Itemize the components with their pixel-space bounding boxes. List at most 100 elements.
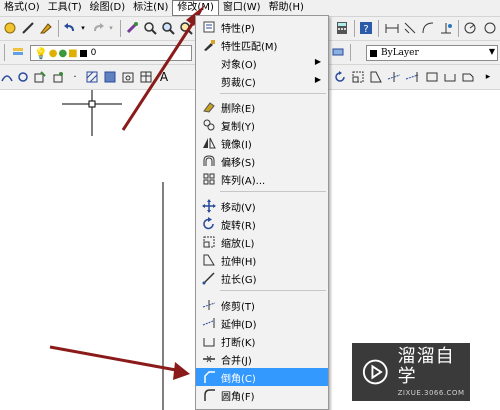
linear-dimension-icon[interactable]	[384, 20, 400, 36]
menu-item-label: 剪裁(C)	[221, 77, 256, 89]
pencil-icon[interactable]	[20, 20, 36, 36]
offset-icon	[200, 152, 218, 170]
rotate-toolbar-icon[interactable]	[332, 69, 348, 85]
region-icon[interactable]	[120, 69, 136, 85]
separator	[4, 44, 5, 61]
menu-item-label: 偏移(S)	[221, 157, 256, 169]
chamfer-icon	[200, 368, 218, 386]
layer-viewport-icon: ●	[58, 47, 68, 59]
extend-toolbar-icon[interactable]	[404, 69, 420, 85]
redo-icon[interactable]	[90, 20, 106, 36]
menu-item-label: 拉伸(H)	[221, 256, 257, 268]
separator	[350, 44, 351, 61]
menu-item-label: 阵列(A)...	[221, 175, 266, 187]
make-block-icon[interactable]	[50, 69, 66, 85]
menu-separator	[220, 191, 326, 192]
realtime-pan-icon[interactable]	[124, 20, 140, 36]
svg-text:?: ?	[363, 24, 368, 35]
break-toolbar-icon[interactable]	[424, 69, 440, 85]
menu-item-chamfer[interactable]: 倒角(C)	[196, 368, 328, 386]
redo-dropdown-icon[interactable]: ▾	[106, 20, 116, 36]
linetype-combo[interactable]: ByLayer ▼	[366, 45, 498, 61]
menu-item-scale[interactable]: 缩放(L)	[196, 233, 328, 251]
separator	[458, 20, 459, 37]
linetype-value: ByLayer	[381, 48, 419, 58]
scale-icon	[200, 233, 218, 251]
aligned-dimension-icon[interactable]	[402, 20, 418, 36]
menu-item-copy[interactable]: 复制(Y)	[196, 116, 328, 134]
menu-item-stretch[interactable]: 拉伸(H)	[196, 251, 328, 269]
match-properties-icon	[200, 36, 218, 54]
menu-dimension[interactable]: 标注(N)	[129, 0, 172, 16]
menu-item-break[interactable]: 打断(K)	[196, 332, 328, 350]
menu-item-join[interactable]: 合并(J)	[196, 350, 328, 368]
calculator-icon[interactable]	[334, 20, 350, 36]
menu-item-match-properties[interactable]: 特性匹配(M)	[196, 36, 328, 54]
arc-length-icon[interactable]	[420, 20, 436, 36]
brush-icon[interactable]	[38, 20, 54, 36]
separator	[58, 20, 59, 37]
menu-help[interactable]: 帮助(H)	[265, 0, 308, 16]
hatch-icon[interactable]	[84, 69, 100, 85]
ordinate-dimension-icon[interactable]	[438, 20, 454, 36]
menu-draw[interactable]: 绘图(D)	[86, 0, 130, 16]
menu-item-label: 移动(V)	[221, 202, 256, 214]
menu-item-object[interactable]: 对象(O) ▶	[196, 54, 328, 72]
revcloud-icon[interactable]	[16, 69, 30, 85]
chamfer-toolbar-icon[interactable]	[460, 69, 476, 85]
layer-manager-icon[interactable]	[10, 44, 26, 60]
menu-item-properties[interactable]: 特性(P)	[196, 18, 328, 36]
point-icon[interactable]: ·	[70, 69, 80, 85]
menu-item-trim[interactable]: 修剪(T)	[196, 296, 328, 314]
break-at-point-icon[interactable]	[442, 69, 458, 85]
menu-item-erase[interactable]: 删除(E)	[196, 98, 328, 116]
menu-item-offset[interactable]: 偏移(S)	[196, 152, 328, 170]
layer-name: 0	[90, 48, 97, 58]
stretch-toolbar-icon[interactable]	[368, 69, 384, 85]
toolbar-overflow-icon[interactable]: ▸	[480, 69, 496, 85]
menu-item-lengthen[interactable]: 拉长(G)	[196, 269, 328, 287]
menu-item-move[interactable]: 移动(V)	[196, 197, 328, 215]
help-icon[interactable]: ?	[358, 20, 374, 36]
zoom-previous-icon[interactable]	[178, 20, 194, 36]
trim-icon	[200, 296, 218, 314]
menu-modify[interactable]: 修改(M)	[172, 0, 219, 16]
mirror-icon	[200, 134, 218, 152]
menu-item-array[interactable]: 阵列(A)...	[196, 170, 328, 188]
menu-item-extend[interactable]: 延伸(D)	[196, 314, 328, 332]
radius-dimension-icon[interactable]	[462, 20, 478, 36]
layer-combo[interactable]: 💡 ● ● ■ 0	[30, 45, 192, 61]
undo-dropdown-icon[interactable]: ▾	[78, 20, 88, 36]
layer-color-swatch	[79, 49, 87, 57]
trim-toolbar-icon[interactable]	[386, 69, 402, 85]
menu-item-mirror[interactable]: 镜像(I)	[196, 134, 328, 152]
insert-block-icon[interactable]	[32, 69, 48, 85]
menu-separator	[220, 93, 326, 94]
layer-previous-icon[interactable]	[330, 44, 346, 60]
arc-icon[interactable]	[0, 69, 14, 85]
break-icon	[200, 332, 218, 350]
menu-item-rotate[interactable]: 旋转(R)	[196, 215, 328, 233]
undo-icon[interactable]	[62, 20, 78, 36]
zoom-realtime-icon[interactable]	[142, 20, 158, 36]
pan-icon[interactable]	[2, 20, 18, 36]
menu-format[interactable]: 格式(O)	[0, 0, 44, 16]
mtext-icon[interactable]: A	[156, 69, 172, 85]
table-icon[interactable]	[138, 69, 154, 85]
menu-window[interactable]: 窗口(W)	[219, 0, 265, 16]
menu-item-clip[interactable]: 剪裁(C) ▶	[196, 72, 328, 90]
layer-freeze-icon: ●	[48, 47, 58, 59]
zoom-window-icon[interactable]	[160, 20, 176, 36]
stretch-icon	[200, 251, 218, 269]
diameter-dimension-icon[interactable]	[482, 20, 498, 36]
menu-item-label: 删除(E)	[221, 103, 256, 115]
menu-item-label: 合并(J)	[221, 355, 252, 367]
menu-tools[interactable]: 工具(T)	[44, 0, 86, 16]
scale-toolbar-icon[interactable]	[350, 69, 366, 85]
crosshair-pickbox	[88, 100, 96, 108]
gradient-icon[interactable]	[102, 69, 118, 85]
menu-item-fillet[interactable]: 圆角(F)	[196, 386, 328, 404]
array-icon	[200, 170, 218, 188]
modify-dropdown-menu: 特性(P) 特性匹配(M) 对象(O) ▶ 剪裁(C) ▶ 删除(E) 复制(Y…	[195, 15, 329, 410]
join-icon	[200, 350, 218, 368]
